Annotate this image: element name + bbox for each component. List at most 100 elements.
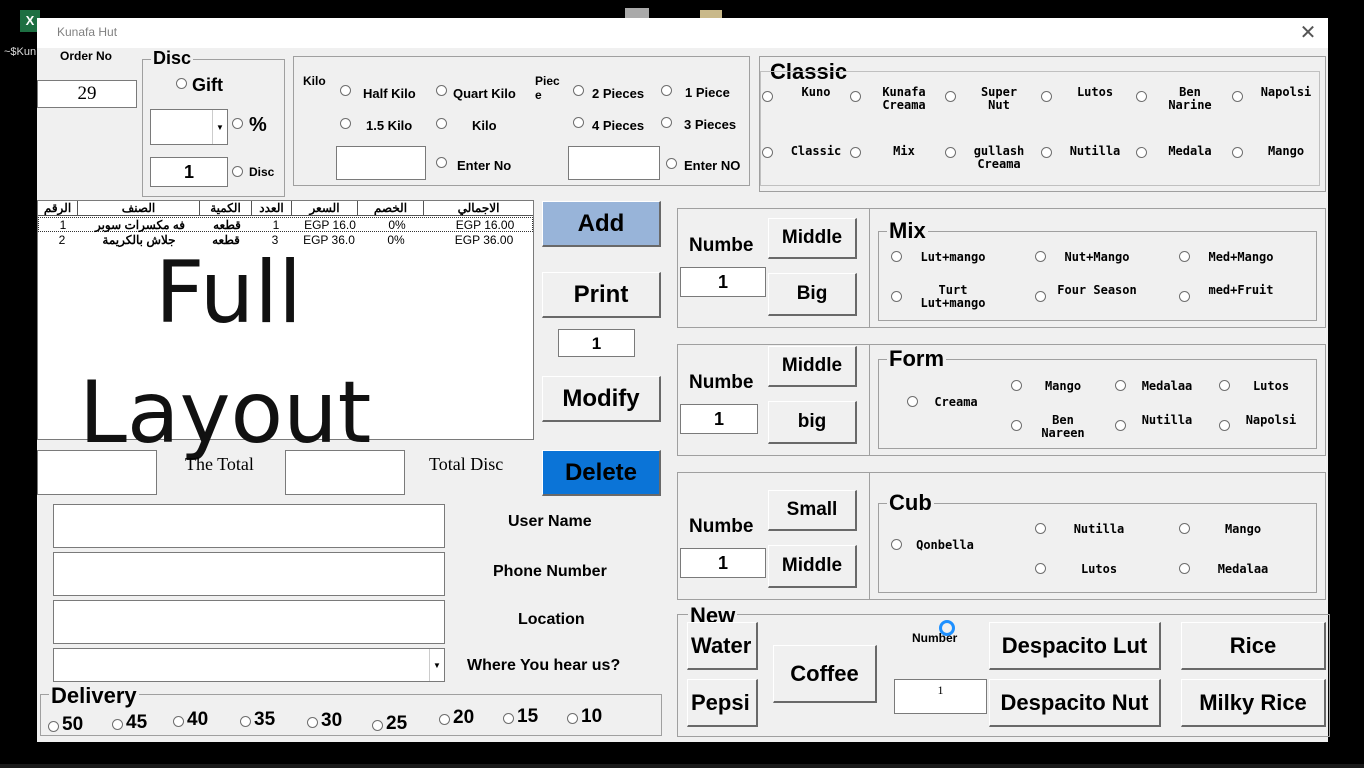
form-radio-1[interactable] <box>1011 380 1022 391</box>
middle-button-3[interactable]: Middle <box>768 545 857 588</box>
classic-radio-2[interactable] <box>850 91 861 102</box>
total-field[interactable] <box>37 450 157 495</box>
col-header-total[interactable]: الاجمالي <box>424 201 533 216</box>
mix-radio-1[interactable] <box>891 251 902 262</box>
mix-radio-3[interactable] <box>1179 251 1190 262</box>
one-half-kilo-radio[interactable] <box>340 118 351 129</box>
classic-radio-9[interactable] <box>945 147 956 158</box>
delivery-radio-40[interactable] <box>173 716 184 727</box>
classic-radio-10[interactable] <box>1041 147 1052 158</box>
classic-radio-7[interactable] <box>762 147 773 158</box>
classic-radio-1[interactable] <box>762 91 773 102</box>
chevron-down-icon[interactable]: ▼ <box>212 110 227 144</box>
cub-radio-3[interactable] <box>1035 563 1046 574</box>
milky-rice-button[interactable]: Milky Rice <box>1181 679 1326 727</box>
2-pieces-radio[interactable] <box>573 85 584 96</box>
rice-button[interactable]: Rice <box>1181 622 1326 670</box>
title-bar: Kunafa Hut ✕ <box>37 18 1328 48</box>
new-qty-field[interactable]: 1 <box>894 679 987 714</box>
form-radio-3[interactable] <box>1219 380 1230 391</box>
table-row[interactable]: 1 فه مكسرات سوبر قطعه 1 EGP 16.0 0% EGP … <box>38 217 533 232</box>
form-radio-2[interactable] <box>1115 380 1126 391</box>
form-radio-4[interactable] <box>1011 420 1022 431</box>
add-button[interactable]: Add <box>542 201 661 247</box>
kilo-enter-radio[interactable] <box>436 157 447 168</box>
classic-radio-11[interactable] <box>1136 147 1147 158</box>
size1-qty-field[interactable]: 1 <box>680 267 766 297</box>
delete-button[interactable]: Delete <box>542 450 661 496</box>
desktop-folder-icon[interactable] <box>700 10 722 18</box>
disc-radio[interactable] <box>232 166 243 177</box>
gift-radio[interactable] <box>176 78 187 89</box>
piece-enter-radio[interactable] <box>666 158 677 169</box>
delivery-radio-20[interactable] <box>439 714 450 725</box>
1-piece-radio[interactable] <box>661 85 672 96</box>
classic-radio-8[interactable] <box>850 147 861 158</box>
order-no-field[interactable]: 29 <box>37 80 137 108</box>
middle-button-1[interactable]: Middle <box>768 218 857 259</box>
user-name-field[interactable] <box>53 504 445 548</box>
percent-radio[interactable] <box>232 118 243 129</box>
delivery-radio-45[interactable] <box>112 719 123 730</box>
piece-enter-field[interactable] <box>568 146 660 180</box>
close-icon[interactable]: ✕ <box>1296 20 1320 45</box>
delivery-radio-50[interactable] <box>48 721 59 732</box>
delivery-radio-25[interactable] <box>372 720 383 731</box>
quart-kilo-radio[interactable] <box>436 85 447 96</box>
delivery-radio-30[interactable] <box>307 717 318 728</box>
mix-radio-6[interactable] <box>1179 291 1190 302</box>
where-hear-combo[interactable]: ▼ <box>53 648 445 682</box>
water-button[interactable]: Water <box>687 622 758 670</box>
print-qty-field[interactable]: 1 <box>558 329 635 357</box>
creama-radio[interactable] <box>907 396 918 407</box>
chevron-down-icon[interactable]: ▼ <box>429 649 444 681</box>
col-header-number[interactable]: الرقم <box>38 201 78 216</box>
cub-radio-4[interactable] <box>1179 563 1190 574</box>
disc-qty-field[interactable]: 1 <box>150 157 228 187</box>
classic-radio-6[interactable] <box>1232 91 1243 102</box>
disc-combo[interactable]: ▼ <box>150 109 228 145</box>
desktop-shortcut-icon[interactable] <box>625 8 649 18</box>
classic-radio-3[interactable] <box>945 91 956 102</box>
col-header-item[interactable]: الصنف <box>78 201 200 216</box>
small-button[interactable]: Small <box>768 490 857 531</box>
form-radio-6[interactable] <box>1219 420 1230 431</box>
col-header-count[interactable]: العدد <box>252 201 292 216</box>
kilo-radio[interactable] <box>436 118 447 129</box>
order-no-value: 29 <box>77 83 97 104</box>
half-kilo-radio[interactable] <box>340 85 351 96</box>
kilo-enter-field[interactable] <box>336 146 426 180</box>
total-disc-field[interactable] <box>285 450 405 495</box>
delivery-radio-35[interactable] <box>240 716 251 727</box>
modify-button[interactable]: Modify <box>542 376 661 422</box>
classic-radio-12[interactable] <box>1232 147 1243 158</box>
size3-qty-field[interactable]: 1 <box>680 548 766 578</box>
delivery-radio-15[interactable] <box>503 713 514 724</box>
delivery-radio-10[interactable] <box>567 713 578 724</box>
despacito-lut-button[interactable]: Despacito Lut <box>989 622 1161 670</box>
mix-radio-4[interactable] <box>891 291 902 302</box>
mix-radio-5[interactable] <box>1035 291 1046 302</box>
print-button[interactable]: Print <box>542 272 661 318</box>
middle-button-2[interactable]: Middle <box>768 346 857 387</box>
location-field[interactable] <box>53 600 445 644</box>
classic-radio-4[interactable] <box>1041 91 1052 102</box>
cub-radio-1[interactable] <box>1035 523 1046 534</box>
despacito-nut-button[interactable]: Despacito Nut <box>989 679 1161 727</box>
cub-radio-2[interactable] <box>1179 523 1190 534</box>
big-button-2[interactable]: big <box>768 401 857 444</box>
form-radio-5[interactable] <box>1115 420 1126 431</box>
size2-qty-field[interactable]: 1 <box>680 404 758 434</box>
phone-number-field[interactable] <box>53 552 445 596</box>
mix-radio-2[interactable] <box>1035 251 1046 262</box>
pepsi-button[interactable]: Pepsi <box>687 679 758 727</box>
3-pieces-radio[interactable] <box>661 117 672 128</box>
qonbella-radio[interactable] <box>891 539 902 550</box>
classic-radio-5[interactable] <box>1136 91 1147 102</box>
col-header-unit[interactable]: الكمية <box>200 201 252 216</box>
coffee-button[interactable]: Coffee <box>773 645 877 703</box>
4-pieces-radio[interactable] <box>573 117 584 128</box>
col-header-price[interactable]: السعر <box>292 201 358 216</box>
col-header-discount[interactable]: الخصم <box>358 201 424 216</box>
big-button-1[interactable]: Big <box>768 273 857 316</box>
